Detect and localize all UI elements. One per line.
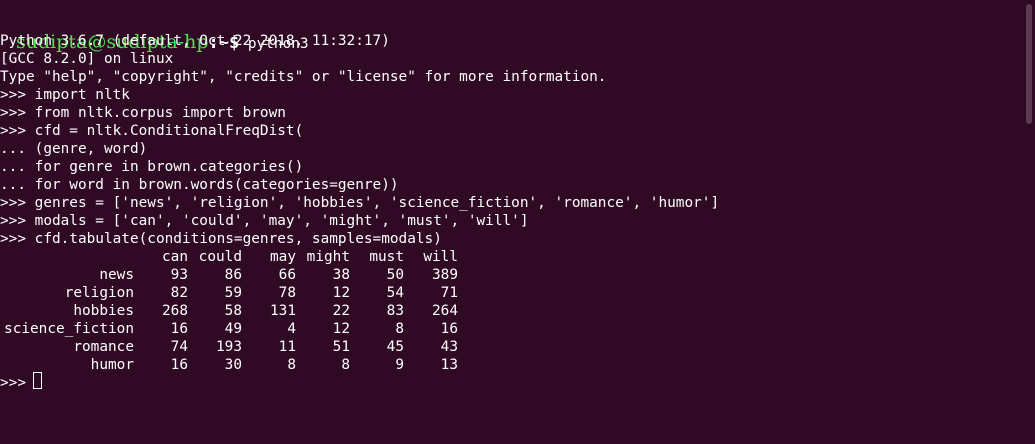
output-line: >>> modals = ['can', 'could', 'may', 'mi… <box>0 213 529 229</box>
table-row-label: science_fiction <box>4 321 134 337</box>
table-row: romance 74 193 11 51 45 43 <box>0 338 470 356</box>
table-cell: 58 <box>224 303 242 319</box>
table-cell: 54 <box>386 285 404 301</box>
table-cell: 12 <box>332 321 350 337</box>
table-row: religion 82 59 78 12 54 71 <box>0 284 470 302</box>
output-line: ... for word in brown.words(categories=g… <box>0 177 399 193</box>
table-cell: 66 <box>278 267 296 283</box>
table-column-header: can <box>162 249 188 265</box>
table-column-header: might <box>306 249 350 265</box>
table-cell: 86 <box>224 267 242 283</box>
table-cell: 78 <box>278 285 296 301</box>
table-row-label: romance <box>73 339 134 355</box>
output-line: >>> genres = ['news', 'religion', 'hobbi… <box>0 195 720 211</box>
table-cell: 45 <box>386 339 404 355</box>
table-cell: 268 <box>162 303 188 319</box>
scrollbar-thumb[interactable] <box>1026 4 1032 124</box>
table-row-label: religion <box>64 285 134 301</box>
table-column-header: will <box>423 249 458 265</box>
table-cell: 193 <box>216 339 242 355</box>
output-line: >>> import nltk <box>0 87 130 103</box>
table-cell: 131 <box>270 303 296 319</box>
table-cell: 71 <box>440 285 458 301</box>
table-cell: 8 <box>341 357 350 373</box>
table-header-row: can could may might must will <box>0 248 470 266</box>
output-line: >>> from nltk.corpus import brown <box>0 105 286 121</box>
table-cell: 51 <box>332 339 350 355</box>
text-cursor[interactable] <box>33 372 42 389</box>
table-cell: 22 <box>332 303 350 319</box>
python-prompt: >>> <box>0 375 35 391</box>
output-line: ... for genre in brown.categories() <box>0 159 304 175</box>
output-line: Type "help", "copyright", "credits" or "… <box>0 69 607 85</box>
table-cell: 82 <box>170 285 188 301</box>
table-row: news 93 86 66 38 50 389 <box>0 266 470 284</box>
table-cell: 30 <box>224 357 242 373</box>
table-column-header: may <box>270 249 296 265</box>
table-row-label: hobbies <box>73 303 134 319</box>
table-column-header: could <box>198 249 242 265</box>
table-row: hobbies 268 58 131 22 83 264 <box>0 302 470 320</box>
table-cell: 12 <box>332 285 350 301</box>
table-cell: 16 <box>440 321 458 337</box>
output-line: Python 3.6.7 (default, Oct 22 2018, 11:3… <box>0 33 390 49</box>
table-cell: 50 <box>386 267 404 283</box>
table-cell: 49 <box>224 321 242 337</box>
table-cell: 9 <box>395 357 404 373</box>
table-row-label: news <box>99 267 134 283</box>
table-cell: 13 <box>440 357 458 373</box>
table-cell: 4 <box>287 321 296 337</box>
output-line: [GCC 8.2.0] on linux <box>0 51 174 67</box>
table-cell: 83 <box>386 303 404 319</box>
table-cell: 8 <box>395 321 404 337</box>
table-cell: 43 <box>440 339 458 355</box>
table-cell: 59 <box>224 285 242 301</box>
table-cell: 16 <box>170 357 188 373</box>
table-cell: 11 <box>278 339 296 355</box>
table-cell: 74 <box>170 339 188 355</box>
output-line: >>> cfd.tabulate(conditions=genres, samp… <box>0 231 442 247</box>
table-row: science_fiction 16 49 4 12 8 16 <box>0 320 470 338</box>
shell-prompt: sudipta@sudipta-hp:~$ python3 <box>0 3 309 53</box>
scrollbar[interactable] <box>1023 0 1035 444</box>
table-cell: 16 <box>170 321 188 337</box>
terminal-window[interactable]: sudipta@sudipta-hp:~$ python3 Python 3.6… <box>0 0 1020 444</box>
table-cell: 93 <box>170 267 188 283</box>
output-line: ... (genre, word) <box>0 141 148 157</box>
table-column-header: must <box>369 249 404 265</box>
table-cell: 389 <box>432 267 458 283</box>
output-line: >>> cfd = nltk.ConditionalFreqDist( <box>0 123 304 139</box>
table-row-label: humor <box>90 357 134 373</box>
table-row: humor 16 30 8 8 9 13 <box>0 356 470 374</box>
table-cell: 264 <box>432 303 458 319</box>
table-cell: 8 <box>287 357 296 373</box>
table-cell: 38 <box>332 267 350 283</box>
